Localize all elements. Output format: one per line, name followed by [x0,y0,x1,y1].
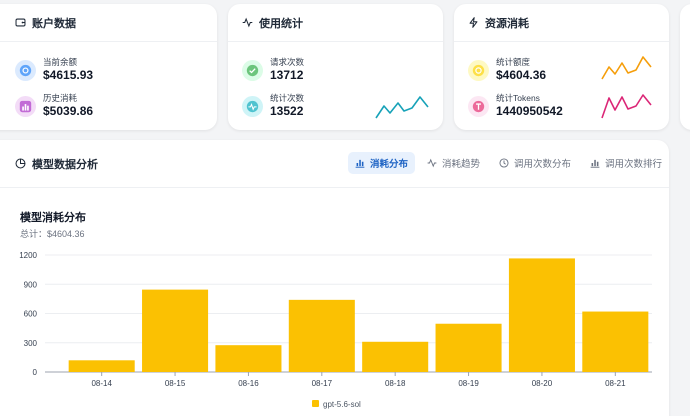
count-stat: 统计次数 13522 [242,93,304,119]
x-tick-label: 08-17 [312,379,333,388]
analysis-tabs: 消耗分布 消耗趋势 调用次数分布 调用次数排行 [343,152,669,174]
requests-stat: 请求次数 13712 [242,57,304,83]
quota-label: 统计额度 [496,57,531,67]
balance-icon [15,59,36,81]
tab-label: 消耗分布 [369,159,408,170]
history-label: 历史消耗 [43,93,78,103]
activity-icon [242,17,253,28]
activity-icon [427,158,437,168]
bar-chart-icon [590,159,600,168]
resource-card: 资源消耗 统计额度 $4604.36 统计Tokens 1440950542 [454,4,669,130]
balance-value: $4615.93 [43,68,94,82]
count-value: 13522 [270,104,304,118]
tab-label: 消耗趋势 [441,159,480,170]
account-card: 账户数据 当前余额 $4615.93 历史消耗 $5039.86 [0,4,217,130]
bar [288,299,355,372]
wallet-icon [15,18,26,27]
consumption-bar-chart: 0 300 600 900 1200 08-14 08-15 08-16 08-17 08-18 0… [19,251,652,409]
resource-card-title: 资源消耗 [485,17,529,30]
x-tick-label: 08-18 [385,379,406,388]
requests-value: 13712 [270,68,304,82]
quota-stat: 统计额度 $4604.36 [468,57,546,83]
x-tick-label: 08-21 [605,379,626,388]
pulse-icon [242,95,263,117]
usage-sparkline [375,96,429,119]
x-tick-label: 08-16 [238,379,259,388]
y-tick-label: 600 [24,310,38,319]
x-tick-label: 08-15 [165,379,186,388]
tab-call-ranking[interactable]: 调用次数排行 [583,152,669,174]
tokens-stat: 统计Tokens 1440950542 [468,93,563,119]
bar [435,323,502,372]
analysis-title: 模型数据分析 [32,158,98,171]
tab-label: 调用次数分布 [513,159,571,170]
balance-label: 当前余额 [43,57,78,67]
y-tick-label: 1200 [19,251,37,260]
x-tick-label: 08-14 [91,379,112,388]
tab-consumption-trend[interactable]: 消耗趋势 [420,152,487,174]
pie-chart-icon [15,158,26,169]
coin-icon [468,59,489,81]
chart-title: 模型消耗分布 [20,212,86,224]
tab-consumption-distribution[interactable]: 消耗分布 [347,152,415,174]
quota-sparkline [601,56,652,80]
count-label: 统计次数 [270,93,305,103]
tokens-label: 统计Tokens [496,93,540,103]
x-tick-label: 08-20 [532,379,553,388]
lightning-icon [469,17,478,28]
account-card-title: 账户数据 [32,17,76,30]
chart-subtitle: 总计：$4604.36 [20,229,85,239]
balance-stat: 当前余额 $4615.93 [15,57,93,83]
y-tick-label: 0 [33,368,38,377]
y-tick-label: 300 [24,339,38,348]
usage-card: 使用统计 请求次数 13712 统计次数 13522 [228,4,443,130]
y-tick-label: 900 [24,280,38,289]
bar [508,258,575,372]
legend-label: gpt-5.6-sol [323,400,361,409]
quota-value: $4604.36 [496,68,547,82]
bar-chart-icon [355,159,365,168]
clock-icon [499,158,509,168]
requests-label: 请求次数 [270,57,305,67]
bar [215,345,282,372]
history-stat: 历史消耗 $5039.86 [15,93,93,119]
send-icon [242,59,263,81]
bar-chart-icon [15,95,36,117]
bar [68,360,135,372]
tokens-value: 1440950542 [496,104,563,118]
bar [582,311,649,372]
x-tick-label: 08-19 [458,379,479,388]
tokens-sparkline [601,94,652,119]
text-icon [468,95,489,117]
bar [362,341,429,372]
partial-card [680,4,690,130]
tab-call-distribution[interactable]: 调用次数分布 [492,152,578,174]
tab-label: 调用次数排行 [604,159,662,170]
bar [142,289,209,372]
usage-card-title: 使用统计 [259,17,303,30]
legend-swatch [312,400,319,407]
history-value: $5039.86 [43,104,94,118]
